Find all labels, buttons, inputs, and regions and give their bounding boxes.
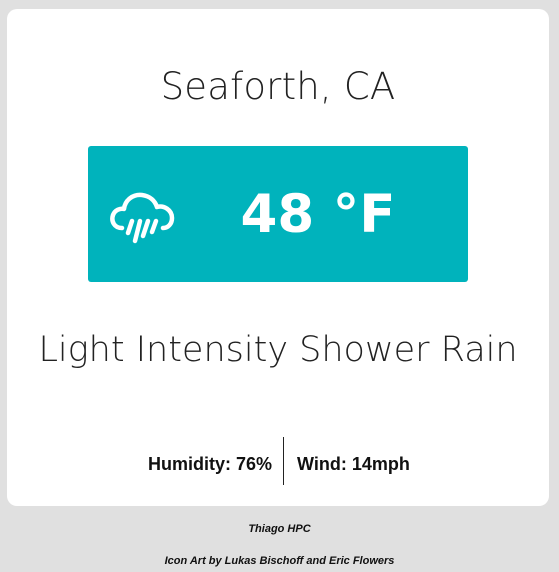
wind-stat: Wind: 14mph: [297, 454, 410, 474]
footer-author: Thiago HPC: [248, 523, 311, 535]
city-name: Seaforth, CA: [160, 65, 396, 108]
weather-condition: Light Intensity Shower Rain: [38, 330, 518, 370]
footer-credit: Icon Art by Lukas Bischoff and Eric Flow…: [164, 555, 395, 567]
humidity-stat: Humidity: 76%: [147, 454, 272, 474]
rain-cloud-icon: [110, 192, 175, 244]
weather-card: Seaforth, CA 48 °F Light Intensity Showe…: [7, 9, 549, 506]
weather-stats: Humidity: 76% Wind: 14mph: [7, 437, 549, 485]
stats-divider: [283, 437, 284, 485]
temperature-value: 48 °F: [240, 184, 396, 245]
temperature-panel: 48 °F: [88, 146, 468, 282]
